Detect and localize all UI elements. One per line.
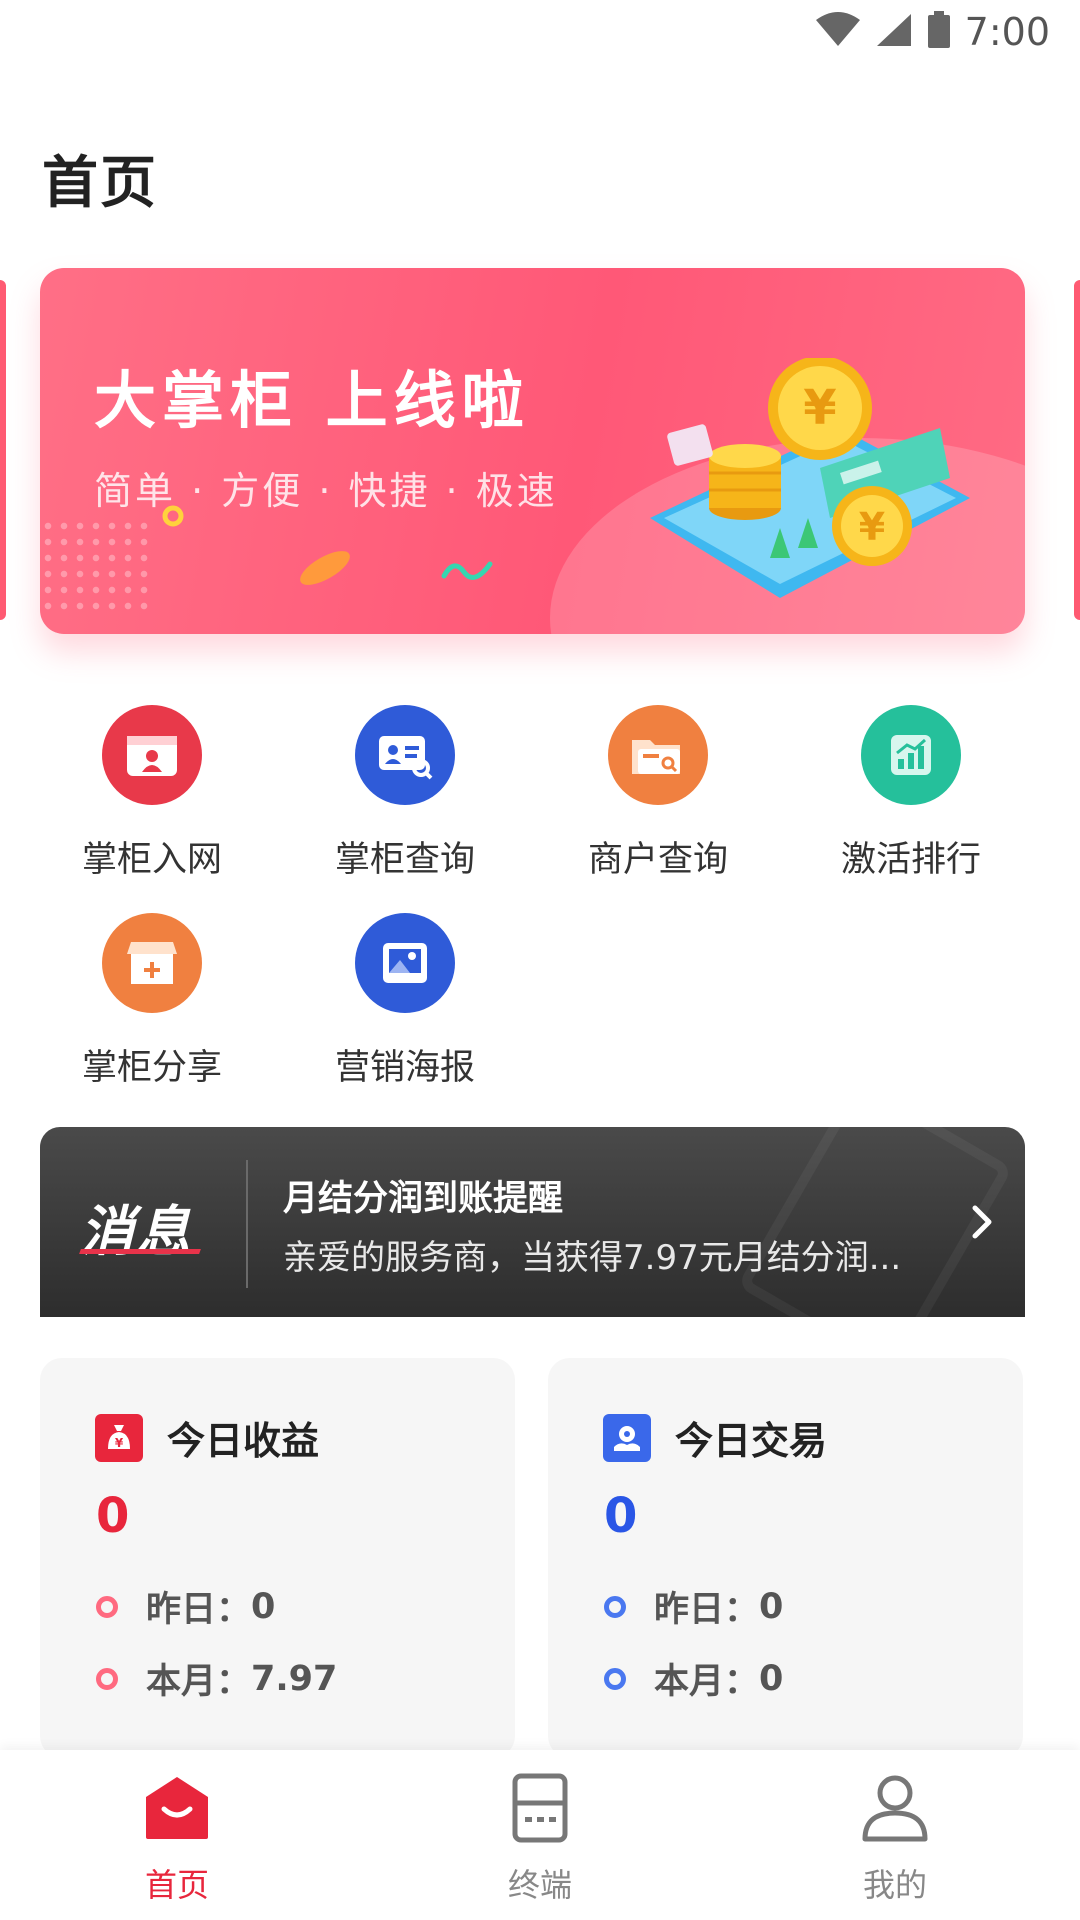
card-title: 今日交易: [675, 1419, 828, 1463]
money-bag-icon: ¥: [95, 1413, 143, 1462]
yesterday-label: 昨日：: [654, 1590, 760, 1630]
banner-headline: 大掌柜 上线啦: [94, 364, 530, 437]
promo-banner[interactable]: 大掌柜 上线啦 简单 · 方便 · 快捷 · 极速 ¥ ¥: [40, 268, 1025, 634]
message-text: 亲爱的服务商，当获得7.97元月结分润...: [283, 1238, 902, 1278]
svg-text:¥: ¥: [803, 380, 836, 436]
trade-value: 0: [604, 1488, 638, 1544]
battery-icon: [927, 11, 951, 53]
nav-label: 我的: [862, 1866, 927, 1904]
wifi-icon: [815, 12, 861, 52]
svg-text:¥: ¥: [859, 505, 885, 549]
nav-item-home[interactable]: 首页: [77, 1768, 277, 1906]
bullet-ring-icon: [604, 1595, 626, 1618]
menu-label: 掌柜分享: [81, 1048, 222, 1088]
folder-search-icon: [608, 705, 708, 805]
profile-icon: [855, 1768, 935, 1848]
month-value: 7.97: [251, 1658, 338, 1699]
image-poster-icon: [355, 913, 455, 1013]
bottom-nav: 首页 终端 我的: [0, 1750, 1080, 1920]
nav-label: 终端: [507, 1866, 572, 1904]
income-yesterday-row: 昨日： 0: [96, 1581, 275, 1632]
shop-share-icon: [102, 913, 202, 1013]
yesterday-value: 0: [759, 1586, 784, 1627]
menu-label: 掌柜入网: [81, 840, 222, 880]
income-value: 0: [96, 1488, 130, 1544]
message-title: 月结分润到账提醒: [283, 1179, 564, 1219]
status-bar: 7:00: [0, 0, 1080, 66]
signal-icon: [875, 12, 913, 52]
nav-item-terminal[interactable]: 终端: [440, 1768, 640, 1906]
message-logo: 消息: [80, 1200, 192, 1263]
page-title: 首页: [42, 151, 158, 216]
month-value: 0: [759, 1658, 784, 1699]
today-trade-card[interactable]: 今日交易 0 昨日： 0 本月： 0: [548, 1358, 1023, 1758]
month-label: 本月：: [146, 1662, 252, 1702]
menu-item-manager-share[interactable]: 掌柜分享: [52, 913, 252, 1113]
chevron-right-icon[interactable]: [967, 1202, 997, 1246]
banner-dots-decoration: [40, 518, 150, 618]
leaf-decoration-icon: [300, 551, 350, 585]
bullet-ring-icon: [604, 1667, 626, 1690]
bullet-ring-icon: [96, 1595, 118, 1618]
trade-yesterday-row: 昨日： 0: [604, 1581, 783, 1632]
yesterday-value: 0: [251, 1586, 276, 1627]
menu-label: 激活排行: [840, 840, 981, 880]
message-notice-bar[interactable]: 消息 月结分润到账提醒 亲爱的服务商，当获得7.97元月结分润...: [40, 1127, 1025, 1317]
status-icons: 7:00: [815, 10, 1050, 54]
menu-label: 掌柜查询: [334, 840, 475, 880]
menu-item-marketing-poster[interactable]: 营销海报: [305, 913, 505, 1113]
message-divider: [246, 1160, 248, 1288]
menu-label: 商户查询: [587, 840, 728, 880]
menu-label: 营销海报: [334, 1048, 475, 1088]
home-icon: [137, 1768, 217, 1848]
chart-icon: [861, 705, 961, 805]
id-card-search-icon: [355, 705, 455, 805]
svg-text:¥: ¥: [115, 1436, 124, 1450]
coins-phone-illustration-icon: ¥ ¥: [650, 358, 970, 598]
wave-decoration-icon: [441, 561, 493, 580]
nav-item-profile[interactable]: 我的: [795, 1768, 995, 1906]
banner-peek-next[interactable]: [1074, 280, 1080, 620]
menu-item-manager-search[interactable]: 掌柜查询: [305, 705, 505, 905]
message-logo-underline: [79, 1249, 201, 1254]
card-header: ¥ 今日收益: [95, 1410, 319, 1465]
status-time: 7:00: [964, 10, 1050, 54]
today-income-card[interactable]: ¥ 今日收益 0 昨日： 0 本月： 7.97: [40, 1358, 515, 1758]
store-entry-icon: [102, 705, 202, 805]
menu-item-activation-rank[interactable]: 激活排行: [811, 705, 1011, 905]
month-label: 本月：: [654, 1662, 760, 1702]
banner-peek-prev[interactable]: [0, 280, 6, 620]
yesterday-label: 昨日：: [146, 1590, 252, 1630]
trade-hand-icon: [603, 1413, 651, 1462]
card-header: 今日交易: [603, 1410, 827, 1465]
trade-month-row: 本月： 0: [604, 1653, 783, 1704]
bullet-ring-icon: [96, 1667, 118, 1690]
menu-item-merchant-search[interactable]: 商户查询: [558, 705, 758, 905]
menu-item-store-entry[interactable]: 掌柜入网: [52, 705, 252, 905]
nav-label: 首页: [144, 1866, 209, 1904]
ring-decoration-icon: [162, 505, 184, 527]
card-title: 今日收益: [167, 1419, 320, 1463]
terminal-icon: [500, 1768, 580, 1848]
income-month-row: 本月： 7.97: [96, 1653, 337, 1704]
